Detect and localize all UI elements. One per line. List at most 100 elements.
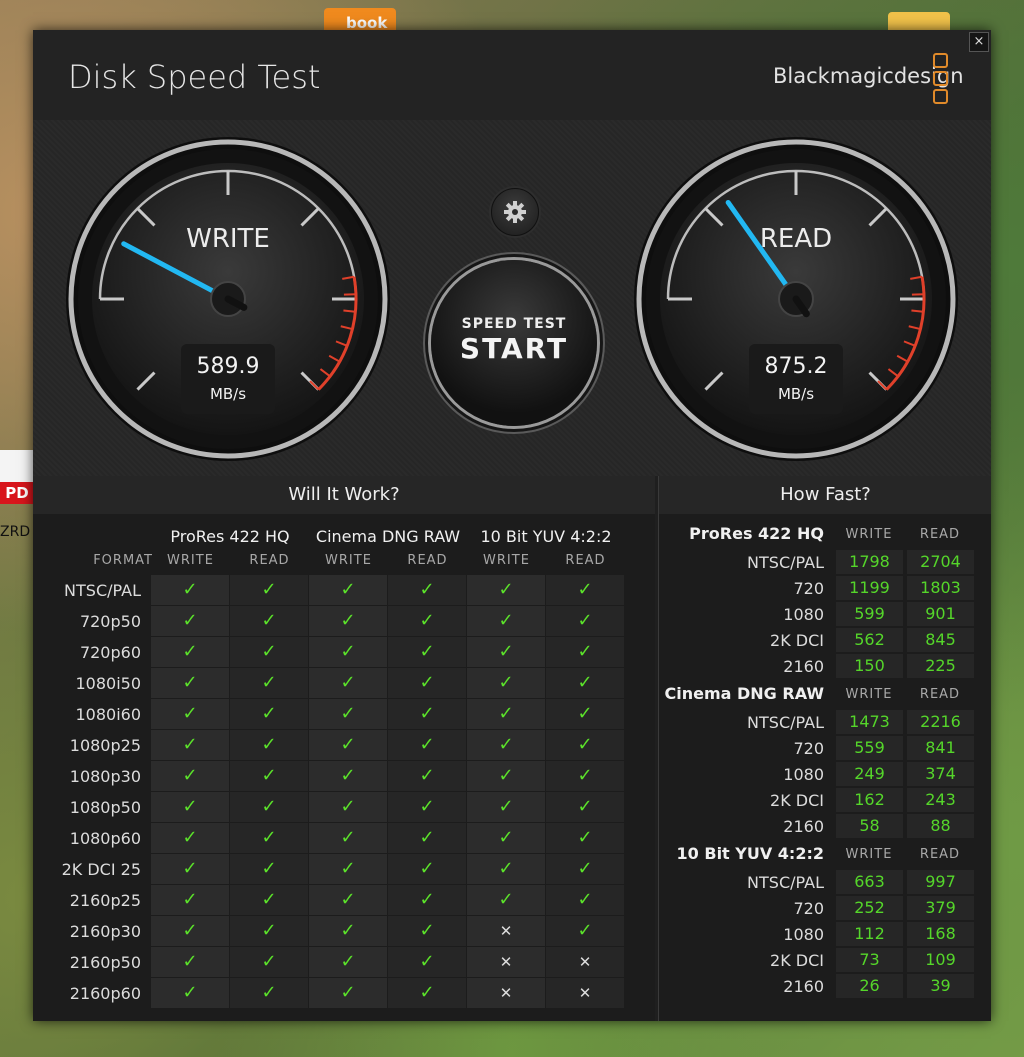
- table-row: NTSC/PAL 1473 2216: [659, 710, 991, 735]
- write-column-header: WRITE: [845, 847, 893, 862]
- check-icon: ✓: [388, 978, 466, 1008]
- format-label: 2160p60: [69, 984, 141, 1003]
- check-icon: ✓: [467, 730, 545, 760]
- check-icon: ✓: [546, 575, 624, 605]
- table-row: 1080i50 ✓ ✓ ✓ ✓ ✓ ✓: [33, 668, 655, 699]
- format-column-header: FORMAT: [93, 553, 153, 568]
- check-icon: ✓: [388, 854, 466, 884]
- write-speed-cell: 599: [836, 602, 903, 626]
- table-row: 2K DCI 162 243: [659, 788, 991, 813]
- disk-speed-test-window: Disk Speed Test Blackmagicdesign × WRITE…: [33, 30, 991, 1021]
- check-icon: ✓: [467, 606, 545, 636]
- table-row: 2160p30 ✓ ✓ ✓ ✓ ✕ ✓: [33, 916, 655, 947]
- read-column-header: READ: [919, 847, 961, 862]
- dng-write-header: WRITE: [325, 553, 372, 568]
- check-icon: ✓: [151, 885, 229, 915]
- settings-button[interactable]: [491, 188, 539, 236]
- write-speed-cell: 73: [836, 948, 903, 972]
- start-button-label: START: [459, 332, 569, 365]
- table-row: 1080 249 374: [659, 762, 991, 787]
- write-speed-cell: 252: [836, 896, 903, 920]
- yuv-read-header: READ: [565, 553, 606, 568]
- app-title: Disk Speed Test: [68, 58, 321, 96]
- group-name: ProRes 422 HQ: [689, 524, 824, 543]
- write-speed-unit: MB/s: [209, 385, 247, 403]
- read-speed-cell: 109: [907, 948, 974, 972]
- check-icon: ✓: [388, 606, 466, 636]
- format-label: 1080p60: [69, 829, 141, 848]
- group-header-prores: ProRes 422 HQ: [170, 527, 290, 546]
- write-gauge-label: WRITE: [186, 224, 270, 254]
- check-icon: ✓: [309, 885, 387, 915]
- read-gauge: READ 875.2 MB/s: [631, 134, 961, 464]
- check-icon: ✓: [309, 699, 387, 729]
- format-label: 2K DCI: [770, 951, 824, 970]
- check-icon: ✓: [467, 668, 545, 698]
- format-label: NTSC/PAL: [747, 713, 824, 732]
- write-column-header: WRITE: [845, 527, 893, 542]
- write-speed-cell: 1199: [836, 576, 903, 600]
- check-icon: ✓: [388, 730, 466, 760]
- table-row: 1080i60 ✓ ✓ ✓ ✓ ✓ ✓: [33, 699, 655, 730]
- check-icon: ✓: [546, 606, 624, 636]
- check-icon: ✓: [546, 916, 624, 946]
- check-icon: ✓: [546, 699, 624, 729]
- format-label: 1080i50: [75, 674, 141, 693]
- table-row: 2160 26 39: [659, 974, 991, 999]
- read-speed-cell: 374: [907, 762, 974, 786]
- check-icon: ✓: [388, 792, 466, 822]
- check-icon: ✓: [230, 761, 308, 791]
- will-it-work-title: Will It Work?: [33, 476, 655, 514]
- format-label: 2160p30: [69, 922, 141, 941]
- table-row: 2160 58 88: [659, 814, 991, 839]
- table-row: 720 1199 1803: [659, 576, 991, 601]
- check-icon: ✓: [151, 637, 229, 667]
- table-row: 2K DCI 73 109: [659, 948, 991, 973]
- format-label: 2160p50: [69, 953, 141, 972]
- write-speed-cell: 150: [836, 654, 903, 678]
- prores-read-header: READ: [249, 553, 290, 568]
- gauge-panel: WRITE 589.9 MB/s SPEED TEST START READ 8…: [33, 120, 991, 476]
- table-row: 1080p30 ✓ ✓ ✓ ✓ ✓ ✓: [33, 761, 655, 792]
- check-icon: ✓: [309, 637, 387, 667]
- check-icon: ✓: [546, 668, 624, 698]
- group-name: Cinema DNG RAW: [664, 684, 824, 703]
- read-readout: 875.2 MB/s: [749, 344, 843, 414]
- check-icon: ✓: [230, 792, 308, 822]
- read-speed-cell: 168: [907, 922, 974, 946]
- check-icon: ✓: [467, 575, 545, 605]
- check-icon: ✓: [151, 947, 229, 977]
- format-label: 1080p50: [69, 798, 141, 817]
- write-speed-cell: 58: [836, 814, 903, 838]
- how-fast-group-header: 10 Bit YUV 4:2:2 WRITE READ: [659, 844, 991, 868]
- format-label: 1080i60: [75, 705, 141, 724]
- desktop-file-label: ZRD: [0, 524, 31, 540]
- format-label: 2K DCI: [770, 631, 824, 650]
- write-speed-value: 589.9: [196, 354, 260, 379]
- table-row: NTSC/PAL 663 997: [659, 870, 991, 895]
- check-icon: ✓: [467, 823, 545, 853]
- read-column-header: READ: [919, 527, 961, 542]
- table-row: 2160p50 ✓ ✓ ✓ ✓ ✕ ✕: [33, 947, 655, 978]
- check-icon: ✓: [546, 730, 624, 760]
- write-gauge: WRITE 589.9 MB/s: [63, 134, 393, 464]
- close-button[interactable]: ×: [969, 32, 989, 52]
- write-speed-cell: 112: [836, 922, 903, 946]
- table-row: NTSC/PAL ✓ ✓ ✓ ✓ ✓ ✓: [33, 575, 655, 606]
- speed-test-start-button[interactable]: SPEED TEST START: [431, 260, 597, 426]
- check-icon: ✓: [467, 699, 545, 729]
- check-icon: ✓: [230, 885, 308, 915]
- table-row: 720p50 ✓ ✓ ✓ ✓ ✓ ✓: [33, 606, 655, 637]
- write-speed-cell: 1798: [836, 550, 903, 574]
- cross-icon: ✕: [467, 916, 545, 946]
- check-icon: ✓: [467, 854, 545, 884]
- table-row: 1080p60 ✓ ✓ ✓ ✓ ✓ ✓: [33, 823, 655, 854]
- format-label: 2160p25: [69, 891, 141, 910]
- check-icon: ✓: [546, 823, 624, 853]
- table-row: 1080p50 ✓ ✓ ✓ ✓ ✓ ✓: [33, 792, 655, 823]
- table-row: NTSC/PAL 1798 2704: [659, 550, 991, 575]
- table-row: 2K DCI 25 ✓ ✓ ✓ ✓ ✓ ✓: [33, 854, 655, 885]
- check-icon: ✓: [388, 699, 466, 729]
- check-icon: ✓: [151, 792, 229, 822]
- format-label: 2K DCI 25: [61, 860, 141, 879]
